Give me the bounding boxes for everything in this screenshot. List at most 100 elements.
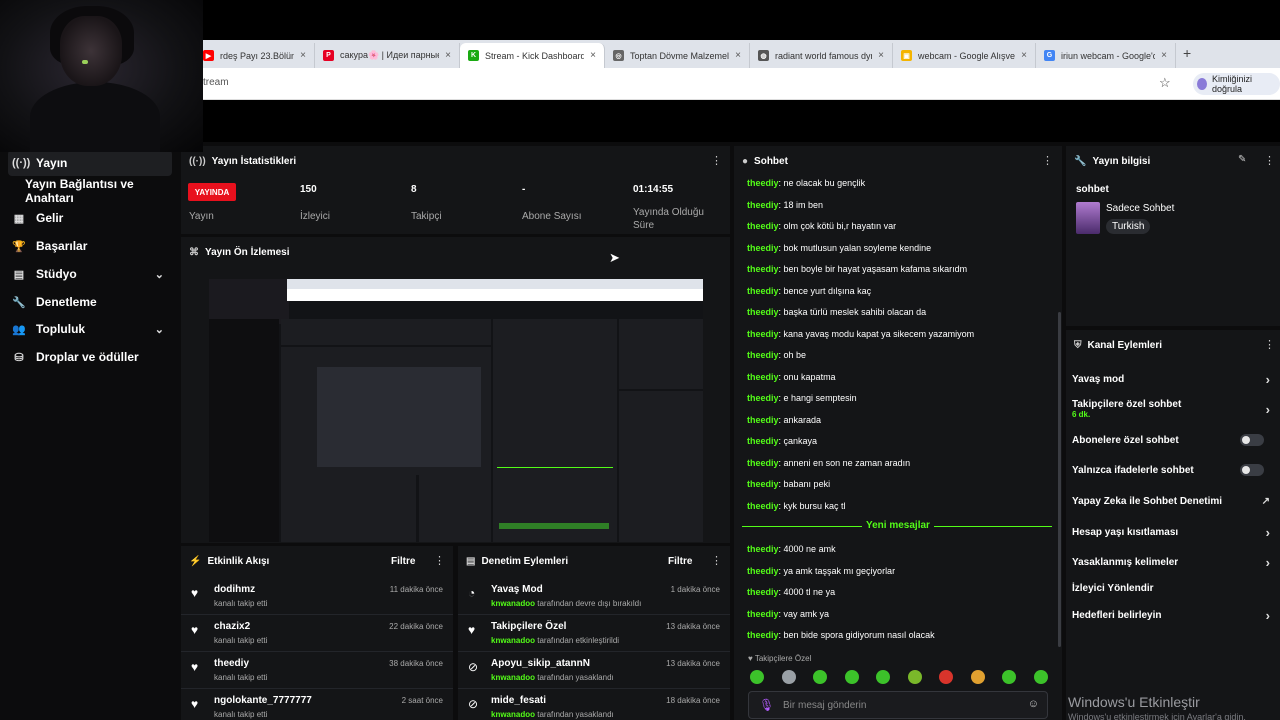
chat-message[interactable]: theediy: olm çok kötü bi,r hayatın var: [747, 221, 896, 231]
browser-tab[interactable]: ◍ radiant world famous dyn... ×: [750, 43, 893, 68]
kebab-menu-icon[interactable]: ⋮: [1264, 154, 1275, 167]
moderation-target[interactable]: Yavaş Mod: [491, 584, 543, 595]
chat-message[interactable]: theediy: onu kapatma: [747, 372, 836, 382]
emote-icon[interactable]: [939, 670, 953, 684]
emote-icon[interactable]: [1002, 670, 1016, 684]
moderation-item[interactable]: ⊘ Apoyu_sikip_atannN knwanadoo tarafından …: [458, 652, 730, 689]
chat-username[interactable]: theediy: [747, 544, 779, 554]
emote-icon[interactable]: [781, 670, 796, 684]
activity-item[interactable]: ♥ dodihmz kanalı takip etti 11 dakika önce: [181, 578, 453, 615]
emote-icon[interactable]: [844, 670, 859, 684]
sidebar-item[interactable]: 🔧 Denetleme: [8, 289, 172, 315]
toggle-switch[interactable]: [1240, 434, 1264, 446]
close-tab-icon[interactable]: ×: [735, 50, 741, 61]
chat-message[interactable]: theediy: bence yurt dılşına kaç: [747, 286, 871, 296]
chevron-right-icon[interactable]: ›: [1266, 525, 1270, 540]
channel-action-item[interactable]: Yapay Zeka ile Sohbet Denetimi ↗: [1072, 496, 1278, 507]
channel-action-item[interactable]: Yavaş mod ›: [1072, 372, 1278, 387]
emoji-icon[interactable]: ☺: [1028, 698, 1039, 710]
toggle-switch[interactable]: [1240, 464, 1264, 476]
address-text[interactable]: tream: [203, 77, 229, 88]
chat-username[interactable]: theediy: [747, 587, 779, 597]
external-link-icon[interactable]: ↗: [1262, 496, 1270, 507]
activity-username[interactable]: theediy: [214, 658, 249, 669]
chat-username[interactable]: theediy: [747, 307, 779, 317]
moderation-target[interactable]: Apoyu_sikip_atannN: [491, 658, 590, 669]
chevron-right-icon[interactable]: ›: [1266, 555, 1270, 570]
sidebar-item[interactable]: 🏆 Başarılar: [8, 233, 172, 259]
activity-item[interactable]: ♥ theediy kanalı takip etti 38 dakika önce: [181, 652, 453, 689]
chat-message[interactable]: theediy: 18 im ben: [747, 200, 823, 210]
sidebar-item[interactable]: ▦ Gelir: [8, 205, 172, 231]
chat-message[interactable]: theediy: başka türlü meslek sahibi olaca…: [747, 307, 926, 317]
chevron-down-icon[interactable]: ⌄: [155, 323, 164, 336]
chat-message[interactable]: theediy: kyk bursu kaç tl: [747, 501, 846, 511]
chat-message[interactable]: theediy: ne olacak bu gençlik: [747, 178, 865, 188]
chat-message[interactable]: theediy: 4000 tl ne ya: [747, 587, 835, 597]
chat-message[interactable]: theediy: ben bide spora gidiyorum nasıl …: [747, 630, 935, 640]
close-tab-icon[interactable]: ×: [878, 50, 884, 61]
close-tab-icon[interactable]: ×: [300, 50, 306, 61]
chat-username[interactable]: theediy: [747, 436, 779, 446]
chat-scrollbar[interactable]: [1058, 312, 1061, 647]
chat-username[interactable]: theediy: [747, 243, 779, 253]
chat-message[interactable]: theediy: kana yavaş modu kapat ya sikece…: [747, 329, 974, 339]
chevron-right-icon[interactable]: ›: [1266, 608, 1270, 623]
emote-icon[interactable]: [1033, 670, 1048, 684]
browser-tab[interactable]: ▣ webcam - Google Alışveri... ×: [893, 43, 1036, 68]
chat-message[interactable]: theediy: e hangi semptesin: [747, 393, 857, 403]
chat-username[interactable]: theediy: [747, 264, 779, 274]
emote-icon[interactable]: [750, 670, 764, 684]
chat-message[interactable]: theediy: çankaya: [747, 436, 817, 446]
chat-username[interactable]: theediy: [747, 501, 779, 511]
moderation-target[interactable]: mide_fesati: [491, 695, 546, 706]
emote-icon[interactable]: [813, 670, 827, 684]
sidebar-item[interactable]: ((·)) Yayın: [8, 150, 172, 176]
close-tab-icon[interactable]: ×: [590, 50, 596, 61]
chat-username[interactable]: theediy: [747, 372, 779, 382]
emote-icon[interactable]: [876, 670, 890, 684]
kebab-menu-icon[interactable]: ⋮: [434, 554, 445, 567]
close-tab-icon[interactable]: ×: [1021, 50, 1027, 61]
chat-username[interactable]: theediy: [747, 393, 779, 403]
chat-message[interactable]: theediy: vay amk ya: [747, 609, 829, 619]
chevron-right-icon[interactable]: ›: [1266, 402, 1270, 417]
channel-action-item[interactable]: Hedefleri belirleyin ›: [1072, 608, 1278, 623]
kebab-menu-icon[interactable]: ⋮: [711, 554, 722, 567]
edit-pencil-icon[interactable]: ✎: [1238, 154, 1246, 165]
moderation-item[interactable]: ⊘ mide_fesati knwanadoo tarafından yasakla…: [458, 689, 730, 720]
chat-message[interactable]: theediy: bok mutlusun yalan soyleme kend…: [747, 243, 931, 253]
browser-tab[interactable]: ◎ Toptan Dövme Malzemele... ×: [605, 43, 750, 68]
chat-username[interactable]: theediy: [747, 415, 779, 425]
moderator-name[interactable]: knwanadoo: [491, 710, 535, 719]
channel-action-item[interactable]: Abonelere özel sohbet: [1072, 434, 1278, 446]
microphone-icon[interactable]: 🎙: [759, 698, 774, 712]
moderation-item[interactable]: ◔ Yavaş Mod knwanadoo tarafından devre dış…: [458, 578, 730, 615]
chat-username[interactable]: theediy: [747, 458, 779, 468]
browser-tab[interactable]: Pсакура🌸 | Идеи парные... ×: [315, 43, 460, 68]
activity-item[interactable]: ♥ ngolokante_7777777 kanalı takip etti 2 sa…: [181, 689, 453, 720]
emote-icon[interactable]: [907, 670, 922, 684]
moderator-name[interactable]: knwanadoo: [491, 673, 535, 682]
kebab-menu-icon[interactable]: ⋮: [711, 154, 722, 167]
activity-filter-button[interactable]: Filtre: [391, 556, 415, 567]
moderation-target[interactable]: Takipçilere Özel: [491, 621, 566, 632]
moderation-filter-button[interactable]: Filtre: [668, 556, 692, 567]
new-tab-icon[interactable]: +: [1183, 45, 1191, 61]
chat-message[interactable]: theediy: ben boyle bir hayat yaşasam kaf…: [747, 264, 967, 274]
sidebar-item[interactable]: ▤ Stüdyo ⌄: [8, 261, 172, 287]
browser-tab[interactable]: K Stream - Kick Dashboard ×: [460, 43, 605, 68]
channel-action-item[interactable]: Takipçilere özel sohbet 6 dk. ›: [1072, 399, 1278, 419]
chat-message[interactable]: theediy: ya amk taşşak mı geçiyorlar: [747, 566, 895, 576]
close-tab-icon[interactable]: ×: [1161, 50, 1167, 61]
chat-username[interactable]: theediy: [747, 178, 779, 188]
chat-username[interactable]: theediy: [747, 609, 779, 619]
chat-message[interactable]: theediy: oh be: [747, 350, 806, 360]
kebab-menu-icon[interactable]: ⋮: [1042, 154, 1053, 167]
activity-username[interactable]: chazix2: [214, 621, 250, 632]
kebab-menu-icon[interactable]: ⋮: [1264, 338, 1275, 351]
activity-username[interactable]: dodihmz: [214, 584, 255, 595]
chat-username[interactable]: theediy: [747, 200, 779, 210]
chat-message[interactable]: theediy: babanı peki: [747, 479, 830, 489]
activity-username[interactable]: ngolokante_7777777: [214, 695, 312, 706]
